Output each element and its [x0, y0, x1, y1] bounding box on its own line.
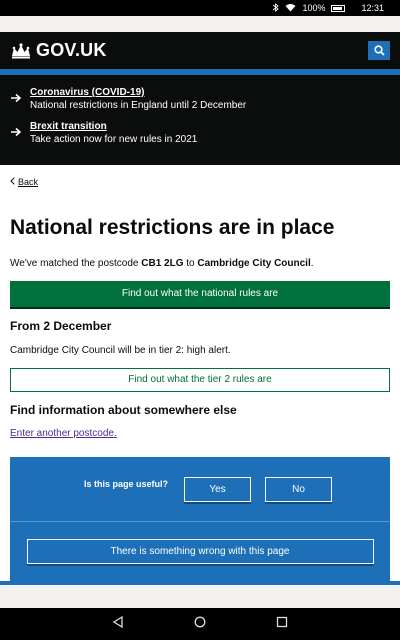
- postcode-match-text: We've matched the postcode CB1 2LG to Ca…: [10, 257, 390, 270]
- status-bar: 100% 12:31: [0, 0, 400, 16]
- footer-strip: [0, 581, 400, 608]
- enter-postcode-link[interactable]: Enter another postcode.: [10, 428, 390, 439]
- banner-brexit: Brexit transition Take action now for ne…: [10, 121, 390, 145]
- back-triangle-icon[interactable]: [112, 615, 124, 633]
- govuk-logo[interactable]: GOV.UK: [10, 40, 107, 61]
- feedback-no-button[interactable]: No: [265, 476, 332, 502]
- chevron-left-icon: [10, 177, 15, 187]
- report-problem-button[interactable]: There is something wrong with this page: [26, 539, 374, 564]
- page-title: National restrictions are in place: [10, 216, 335, 239]
- national-rules-button[interactable]: Find out what the national rules are: [10, 281, 390, 308]
- banner-covid-desc: National restrictions in England until 2…: [30, 100, 247, 111]
- council-name: Cambridge City Council: [197, 258, 311, 270]
- matched-middle: to: [183, 258, 198, 270]
- matched-suffix: .: [310, 258, 314, 270]
- postcode-value: CB1 2LG: [141, 258, 184, 270]
- back-label: Back: [18, 177, 39, 187]
- feedback-panel: Is this page useful? Yes No There is som…: [10, 457, 390, 581]
- crown-icon: [12, 42, 30, 58]
- app-top-gap: [0, 16, 400, 32]
- somewhere-else-heading: Find information about somewhere else: [10, 403, 237, 418]
- from-date-heading: From 2 December: [10, 319, 112, 334]
- battery-icon: [331, 4, 346, 12]
- govuk-header: GOV.UK: [0, 32, 400, 69]
- home-circle-icon[interactable]: [194, 615, 206, 633]
- feedback-divider: [10, 521, 390, 522]
- battery-percent: 100%: [302, 3, 326, 13]
- wifi-icon: [285, 3, 296, 14]
- search-icon: [373, 45, 385, 56]
- bluetooth-icon: [272, 2, 280, 14]
- arrow-right-icon: [10, 93, 22, 104]
- banner-covid: Coronavirus (COVID-19) National restrict…: [10, 87, 390, 111]
- feedback-question: Is this page useful?: [83, 479, 168, 489]
- android-nav-bar: [0, 608, 400, 640]
- logo-text: GOV.UK: [36, 40, 107, 60]
- banner-brexit-link[interactable]: Brexit transition: [30, 121, 197, 132]
- recents-square-icon[interactable]: [276, 615, 288, 633]
- banner-covid-link[interactable]: Coronavirus (COVID-19): [30, 87, 246, 98]
- search-button[interactable]: [368, 41, 390, 60]
- tier-text: Cambridge City Council will be in tier 2…: [10, 345, 231, 357]
- back-link[interactable]: Back: [10, 177, 390, 187]
- banner-brexit-desc: Take action now for new rules in 2021: [30, 134, 198, 145]
- arrow-right-icon: [10, 127, 22, 138]
- global-banners: Coronavirus (COVID-19) National restrict…: [0, 75, 400, 165]
- feedback-useful-row: Is this page useful? Yes No: [10, 457, 390, 521]
- feedback-yes-button[interactable]: Yes: [184, 476, 251, 502]
- clock: 12:31: [361, 3, 384, 13]
- tier-rules-button[interactable]: Find out what the tier 2 rules are: [10, 368, 390, 393]
- matched-prefix: We've matched the postcode: [10, 258, 142, 270]
- main-content: Back National restrictions are in place …: [0, 177, 400, 439]
